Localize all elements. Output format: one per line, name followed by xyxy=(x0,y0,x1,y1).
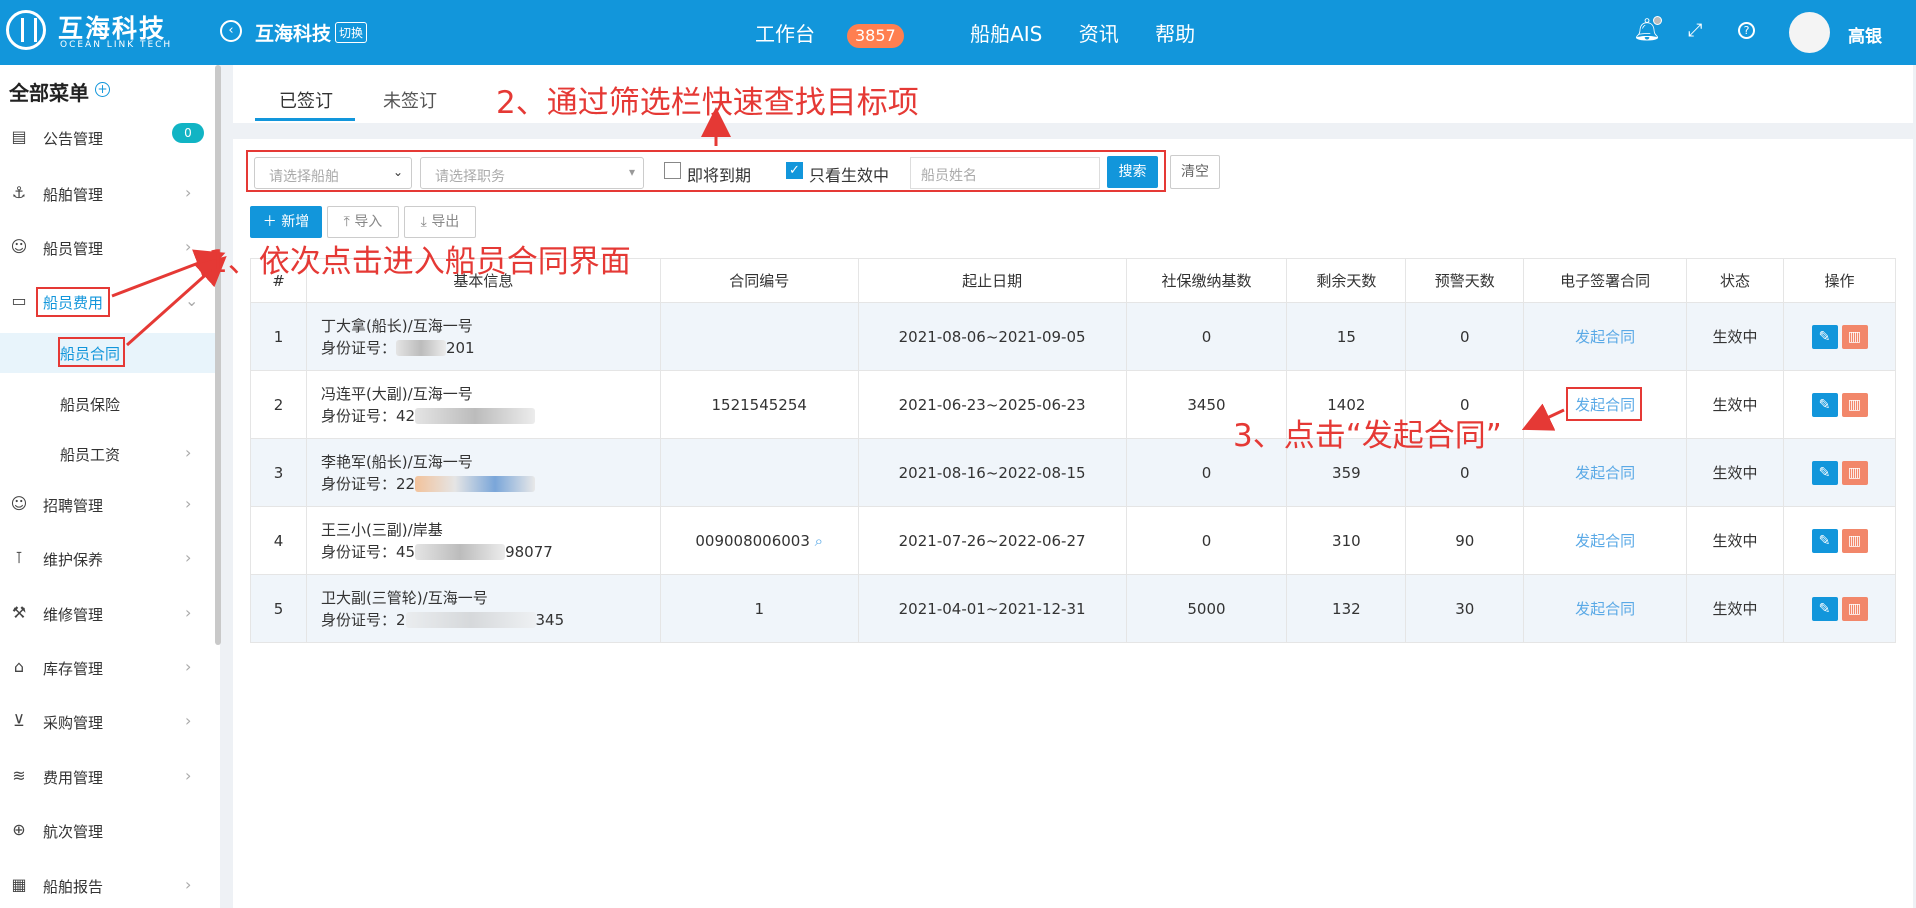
arrow-to-crew-cost xyxy=(111,249,226,298)
annotation-arrows xyxy=(111,107,1565,431)
annotation-step3: 3、点击“发起合同” xyxy=(1233,418,1502,454)
annotation-step1: 1、依次点击进入船员合同界面 xyxy=(208,244,631,280)
arrow-to-crew-contract xyxy=(126,256,227,347)
arrow-to-start-contract xyxy=(1521,403,1565,431)
annotation-step2: 2、通过筛选栏快速查找目标项 xyxy=(496,85,919,121)
